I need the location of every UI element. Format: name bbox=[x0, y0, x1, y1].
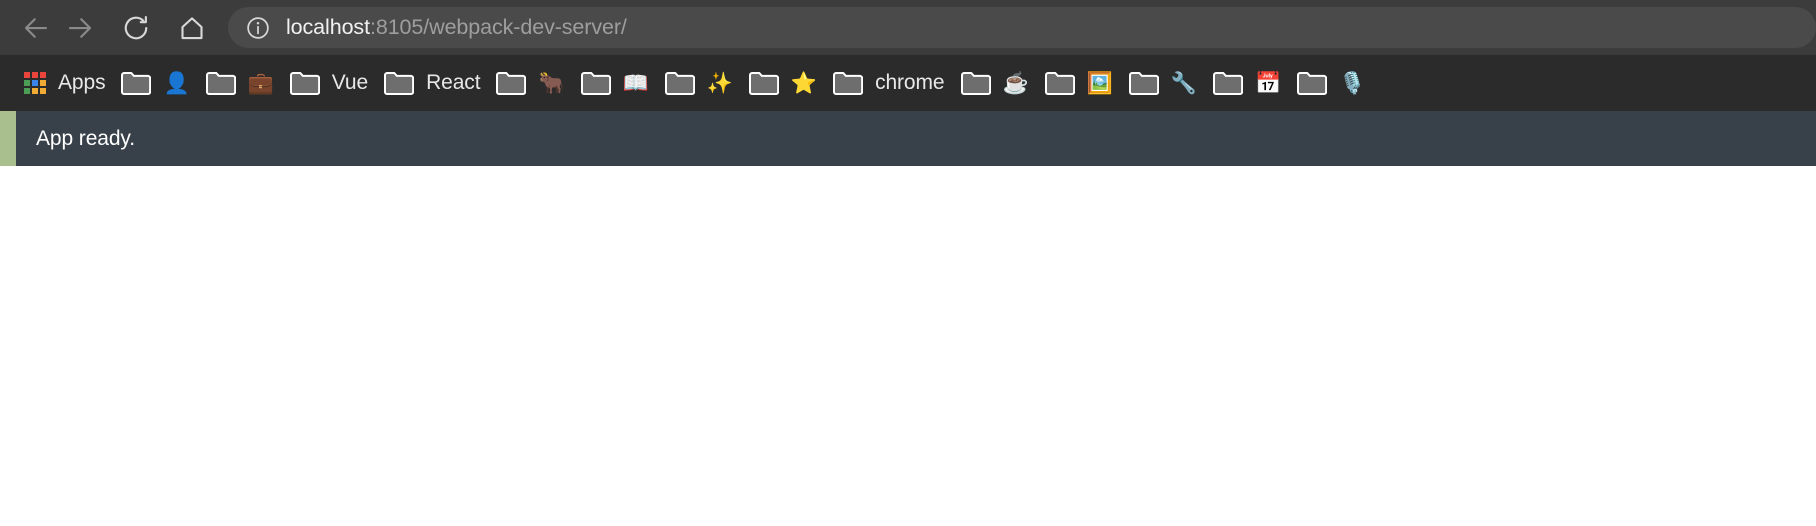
apps-grid-cell-0 bbox=[24, 72, 30, 78]
folder-icon bbox=[1212, 71, 1243, 95]
bookmarks-bar: Apps 👤 💼 Vue React 🐂 📖 ✨ ⭐ chrome ☕ 🖼️ 🔧 📅 🎙️ bbox=[0, 55, 1816, 111]
apps-grid-icon bbox=[24, 72, 46, 94]
bookmark-folder-microphone-glyph: 🎙️ bbox=[1339, 71, 1366, 95]
folder-icon bbox=[1128, 71, 1159, 95]
bookmark-folder-ox[interactable]: 🐂 bbox=[488, 64, 572, 102]
apps-grid-cell-5 bbox=[40, 80, 46, 86]
forward-arrow-icon bbox=[68, 17, 92, 38]
folder-icon bbox=[748, 71, 779, 95]
folder-icon bbox=[1044, 71, 1075, 95]
bookmark-folder-book[interactable]: 📖 bbox=[573, 64, 657, 102]
bookmark-folder-person[interactable]: 👤 bbox=[113, 64, 197, 102]
bookmark-folder-react[interactable]: React bbox=[376, 64, 488, 102]
bookmark-folder-chrome[interactable]: chrome bbox=[825, 64, 952, 102]
page-content: App ready. bbox=[0, 111, 1816, 526]
back-arrow-icon bbox=[24, 17, 48, 38]
folder-icon bbox=[496, 71, 527, 95]
bookmark-folder-wrench[interactable]: 🔧 bbox=[1121, 64, 1205, 102]
apps-grid-cell-3 bbox=[24, 80, 30, 86]
address-bar[interactable]: localhost:8105/webpack-dev-server/ bbox=[228, 7, 1816, 48]
bookmark-folder-list: 👤 💼 Vue React 🐂 📖 ✨ ⭐ chrome ☕ 🖼️ 🔧 📅 🎙️ bbox=[113, 64, 1373, 102]
bookmark-folder-sparkles[interactable]: ✨ bbox=[657, 64, 741, 102]
folder-icon bbox=[384, 71, 415, 95]
home-icon bbox=[181, 16, 203, 39]
status-message: App ready. bbox=[36, 126, 136, 150]
bookmark-folder-coffee[interactable]: ☕ bbox=[953, 64, 1037, 102]
back-button[interactable] bbox=[14, 6, 58, 50]
bookmark-folder-chrome-label: chrome bbox=[875, 71, 945, 94]
bookmark-folder-picture-glyph: 🖼️ bbox=[1086, 71, 1113, 95]
bookmark-apps-label: Apps bbox=[58, 71, 106, 94]
folder-icon bbox=[664, 71, 695, 95]
apps-grid-cell-8 bbox=[40, 88, 46, 94]
apps-grid-cell-2 bbox=[40, 72, 46, 78]
bookmark-folder-sparkles-glyph: ✨ bbox=[706, 71, 733, 95]
bookmark-folder-vue-label: Vue bbox=[331, 71, 369, 94]
browser-toolbar: localhost:8105/webpack-dev-server/ bbox=[0, 0, 1816, 55]
folder-icon bbox=[205, 71, 236, 95]
bookmark-folder-wrench-glyph: 🔧 bbox=[1170, 71, 1197, 95]
status-accent-bar bbox=[0, 111, 16, 166]
folder-icon bbox=[121, 71, 152, 95]
bookmark-folder-briefcase[interactable]: 💼 bbox=[198, 64, 282, 102]
bookmark-folder-vue[interactable]: Vue bbox=[282, 64, 376, 102]
bookmark-folder-calendar-glyph: 📅 bbox=[1254, 71, 1282, 95]
url-path: :8105/webpack-dev-server/ bbox=[369, 15, 627, 39]
home-button[interactable] bbox=[170, 6, 214, 50]
folder-icon bbox=[580, 71, 611, 95]
forward-button[interactable] bbox=[58, 6, 102, 50]
bookmark-folder-star[interactable]: ⭐ bbox=[741, 64, 825, 102]
url-host: localhost bbox=[286, 15, 370, 39]
bookmark-folder-calendar[interactable]: 📅 bbox=[1205, 64, 1289, 102]
apps-grid-cell-6 bbox=[24, 88, 30, 94]
apps-grid-cell-4 bbox=[32, 80, 38, 86]
bookmark-folder-person-glyph: 👤 bbox=[163, 71, 190, 95]
bookmark-folder-microphone[interactable]: 🎙️ bbox=[1289, 64, 1373, 102]
folder-icon bbox=[833, 71, 864, 95]
folder-icon bbox=[1297, 71, 1328, 95]
bookmark-folder-react-label: React bbox=[426, 71, 481, 94]
bookmark-folder-star-glyph: ⭐ bbox=[790, 71, 818, 95]
folder-icon bbox=[960, 71, 991, 95]
page-body bbox=[0, 166, 1816, 526]
browser-chrome: localhost:8105/webpack-dev-server/ Apps … bbox=[0, 0, 1816, 111]
bookmark-folder-book-glyph: 📖 bbox=[622, 71, 649, 95]
reload-icon bbox=[124, 15, 148, 39]
info-circle-icon[interactable] bbox=[244, 14, 272, 42]
bookmark-apps[interactable]: Apps bbox=[16, 64, 113, 102]
reload-button[interactable] bbox=[114, 6, 158, 50]
folder-icon bbox=[289, 71, 320, 95]
bookmark-folder-ox-glyph: 🐂 bbox=[538, 71, 565, 95]
status-banner: App ready. bbox=[0, 111, 1816, 166]
url-text[interactable]: localhost:8105/webpack-dev-server/ bbox=[286, 15, 627, 40]
apps-grid-cell-7 bbox=[32, 88, 38, 94]
bookmark-folder-briefcase-glyph: 💼 bbox=[247, 71, 274, 95]
bookmark-folder-coffee-glyph: ☕ bbox=[1002, 71, 1029, 95]
apps-grid-cell-1 bbox=[32, 72, 38, 78]
bookmark-folder-picture[interactable]: 🖼️ bbox=[1037, 64, 1121, 102]
